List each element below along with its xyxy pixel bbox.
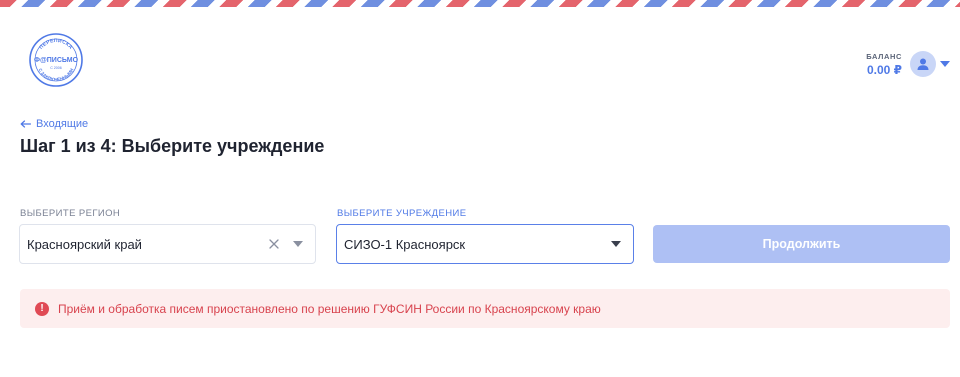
error-alert: ! Приём и обработка писем приостановлено… xyxy=(20,289,950,328)
page-title: Шаг 1 из 4: Выберите учреждение xyxy=(20,136,325,156)
institution-label: ВЫБЕРИТЕ УЧРЕЖДЕНИЕ xyxy=(337,208,467,219)
chevron-down-icon xyxy=(293,241,303,247)
logo-stamp[interactable]: ПЕРЕПИСКА Ф@ПИСЬМО С 2006 С ЗАКЛЮЧЁННЫМИ xyxy=(28,32,84,88)
balance-label: БАЛАНС xyxy=(866,52,902,61)
logo-top-text: ПЕРЕПИСКА xyxy=(38,38,73,51)
balance: БАЛАНС 0.00 ₽ xyxy=(866,52,902,77)
alert-text: Приём и обработка писем приостановлено п… xyxy=(58,301,601,316)
balance-value: 0.00 ₽ xyxy=(866,63,902,77)
clear-icon[interactable] xyxy=(267,237,281,251)
institution-select[interactable]: СИЗО-1 Красноярск xyxy=(336,224,634,264)
caret-down-icon[interactable] xyxy=(940,61,950,67)
back-link-label: Входящие xyxy=(36,118,89,130)
logo-since-text: С 2006 xyxy=(50,66,62,70)
back-link-inbox[interactable]: Входящие xyxy=(20,118,88,130)
region-value: Красноярский край xyxy=(27,236,142,252)
logo-main-text: Ф@ПИСЬМО xyxy=(34,57,79,64)
header xyxy=(0,7,960,112)
svg-text:ПЕРЕПИСКА: ПЕРЕПИСКА xyxy=(38,38,73,51)
region-select[interactable]: Красноярский край xyxy=(19,224,316,264)
chevron-down-icon xyxy=(611,241,621,247)
airmail-stripe xyxy=(0,0,960,7)
avatar[interactable] xyxy=(910,51,936,77)
institution-value: СИЗО-1 Красноярск xyxy=(344,236,466,252)
region-label: ВЫБЕРИТЕ РЕГИОН xyxy=(20,208,121,219)
arrow-left-icon xyxy=(20,120,31,128)
continue-button[interactable]: Продолжить xyxy=(653,225,950,263)
user-icon xyxy=(917,58,929,70)
alert-circle-icon: ! xyxy=(35,301,49,316)
